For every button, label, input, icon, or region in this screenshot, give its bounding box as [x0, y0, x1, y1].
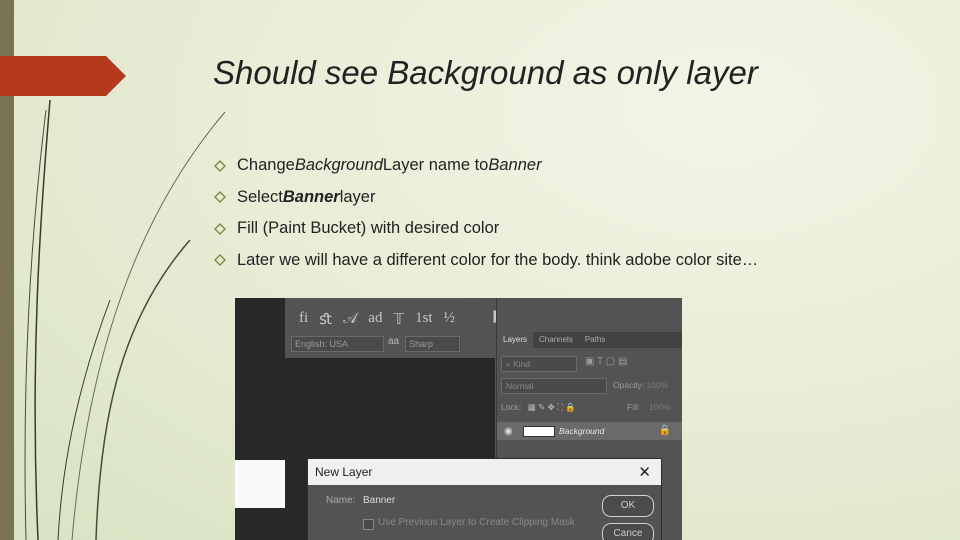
clipping-mask-checkbox[interactable] — [363, 519, 374, 530]
bullet-emphasis: Background — [294, 156, 383, 175]
clipping-mask-label: Use Previous Layer to Create Clipping Ma… — [378, 517, 575, 528]
photoshop-screenshot: fi ﬆ 𝒜 ad 𝕋 1st ½ English: USA aa Sharp … — [235, 298, 682, 540]
kind-filter-select[interactable]: ⌕ Kind — [501, 356, 577, 372]
slide-title: Should see Background as only layer — [213, 54, 758, 91]
layer-name: Background — [559, 426, 605, 436]
tab-channels[interactable]: Channels — [533, 332, 579, 348]
glyph-ordinal[interactable]: 1st — [415, 310, 433, 329]
diamond-bullet-icon — [214, 254, 226, 267]
lock-icon[interactable]: 🔒 — [659, 425, 671, 436]
character-panel: fi ﬆ 𝒜 ad 𝕋 1st ½ English: USA aa Sharp — [285, 298, 517, 358]
glyph-titling[interactable]: 𝕋 — [393, 310, 404, 329]
filter-type-icons: ▣ T ▢ ▤ — [585, 356, 628, 367]
visibility-eye-icon[interactable]: ◉ — [504, 426, 513, 437]
layer-row-background[interactable]: ◉ Background 🔒 — [497, 422, 682, 440]
opacity-row: Opacity: 100% — [613, 378, 682, 393]
name-label: Name: — [326, 495, 356, 506]
cancel-button[interactable]: Cance — [602, 523, 654, 540]
bullet-text: Select — [237, 187, 283, 206]
antialias-select[interactable]: Sharp — [405, 336, 460, 352]
kind-label: Kind — [513, 359, 531, 369]
language-select[interactable]: English: USA — [291, 336, 384, 352]
panel-tabs: Layers Channels Paths — [497, 332, 682, 348]
dialog-title-bar: New Layer ✕ — [308, 459, 661, 485]
tab-layers[interactable]: Layers — [497, 332, 534, 348]
new-layer-dialog: New Layer ✕ Name: Banner Use Previous La… — [307, 458, 662, 540]
bullet-text: Fill (Paint Bucket) with desired color — [237, 219, 500, 238]
diamond-bullet-icon — [214, 222, 226, 235]
glyph-ligature[interactable]: fi — [299, 310, 308, 329]
dialog-title: New Layer — [315, 465, 373, 479]
bullet-item: Fill (Paint Bucket) with desired color — [214, 213, 758, 245]
fill-value[interactable]: 100% — [649, 400, 671, 415]
bullet-emphasis: Banner — [488, 156, 542, 175]
lock-label: Lock: — [501, 402, 522, 412]
bullet-text: Later we will have a different color for… — [237, 250, 759, 269]
glyph-fraction[interactable]: ½ — [444, 310, 455, 329]
title-accent-arrow — [0, 56, 126, 96]
layer-thumbnail — [523, 426, 555, 437]
bullet-item: Select Banner layer — [214, 182, 758, 214]
layer-name-input[interactable]: Banner — [363, 495, 395, 506]
bullet-text: Change — [237, 156, 295, 175]
close-icon[interactable]: ✕ — [638, 463, 651, 481]
glyph-swash[interactable]: 𝒜 — [343, 310, 357, 329]
bullet-text: Layer name to — [382, 156, 489, 175]
bullet-list: Change Background Layer name to Banner S… — [214, 150, 758, 276]
bullet-item: Later we will have a different color for… — [214, 245, 758, 277]
tab-paths[interactable]: Paths — [579, 332, 611, 348]
ok-button[interactable]: OK — [602, 495, 654, 517]
diamond-bullet-icon — [214, 159, 226, 172]
opacity-label: Opacity: — [613, 380, 645, 390]
glyph-discretionary[interactable]: ﬆ — [319, 310, 332, 329]
blend-mode-select[interactable]: Normal — [501, 378, 607, 394]
bullet-text: layer — [339, 187, 376, 206]
fill-label: Fill: — [627, 402, 641, 412]
antialias-icon: aa — [388, 336, 400, 347]
bullet-item: Change Background Layer name to Banner — [214, 150, 758, 182]
glyph-stylistic[interactable]: ad — [368, 310, 382, 329]
lock-row: Lock: ▦ ✎ ✥ ⛶ 🔒 Fill: 100% — [501, 400, 677, 415]
lock-options-icons[interactable]: ▦ ✎ ✥ ⛶ 🔒 — [528, 402, 576, 412]
opentype-glyph-row: fi ﬆ 𝒜 ad 𝕋 1st ½ — [299, 310, 455, 329]
opacity-value[interactable]: 100% — [647, 380, 669, 390]
bullet-emphasis: Banner — [282, 187, 340, 206]
diamond-bullet-icon — [214, 191, 226, 204]
